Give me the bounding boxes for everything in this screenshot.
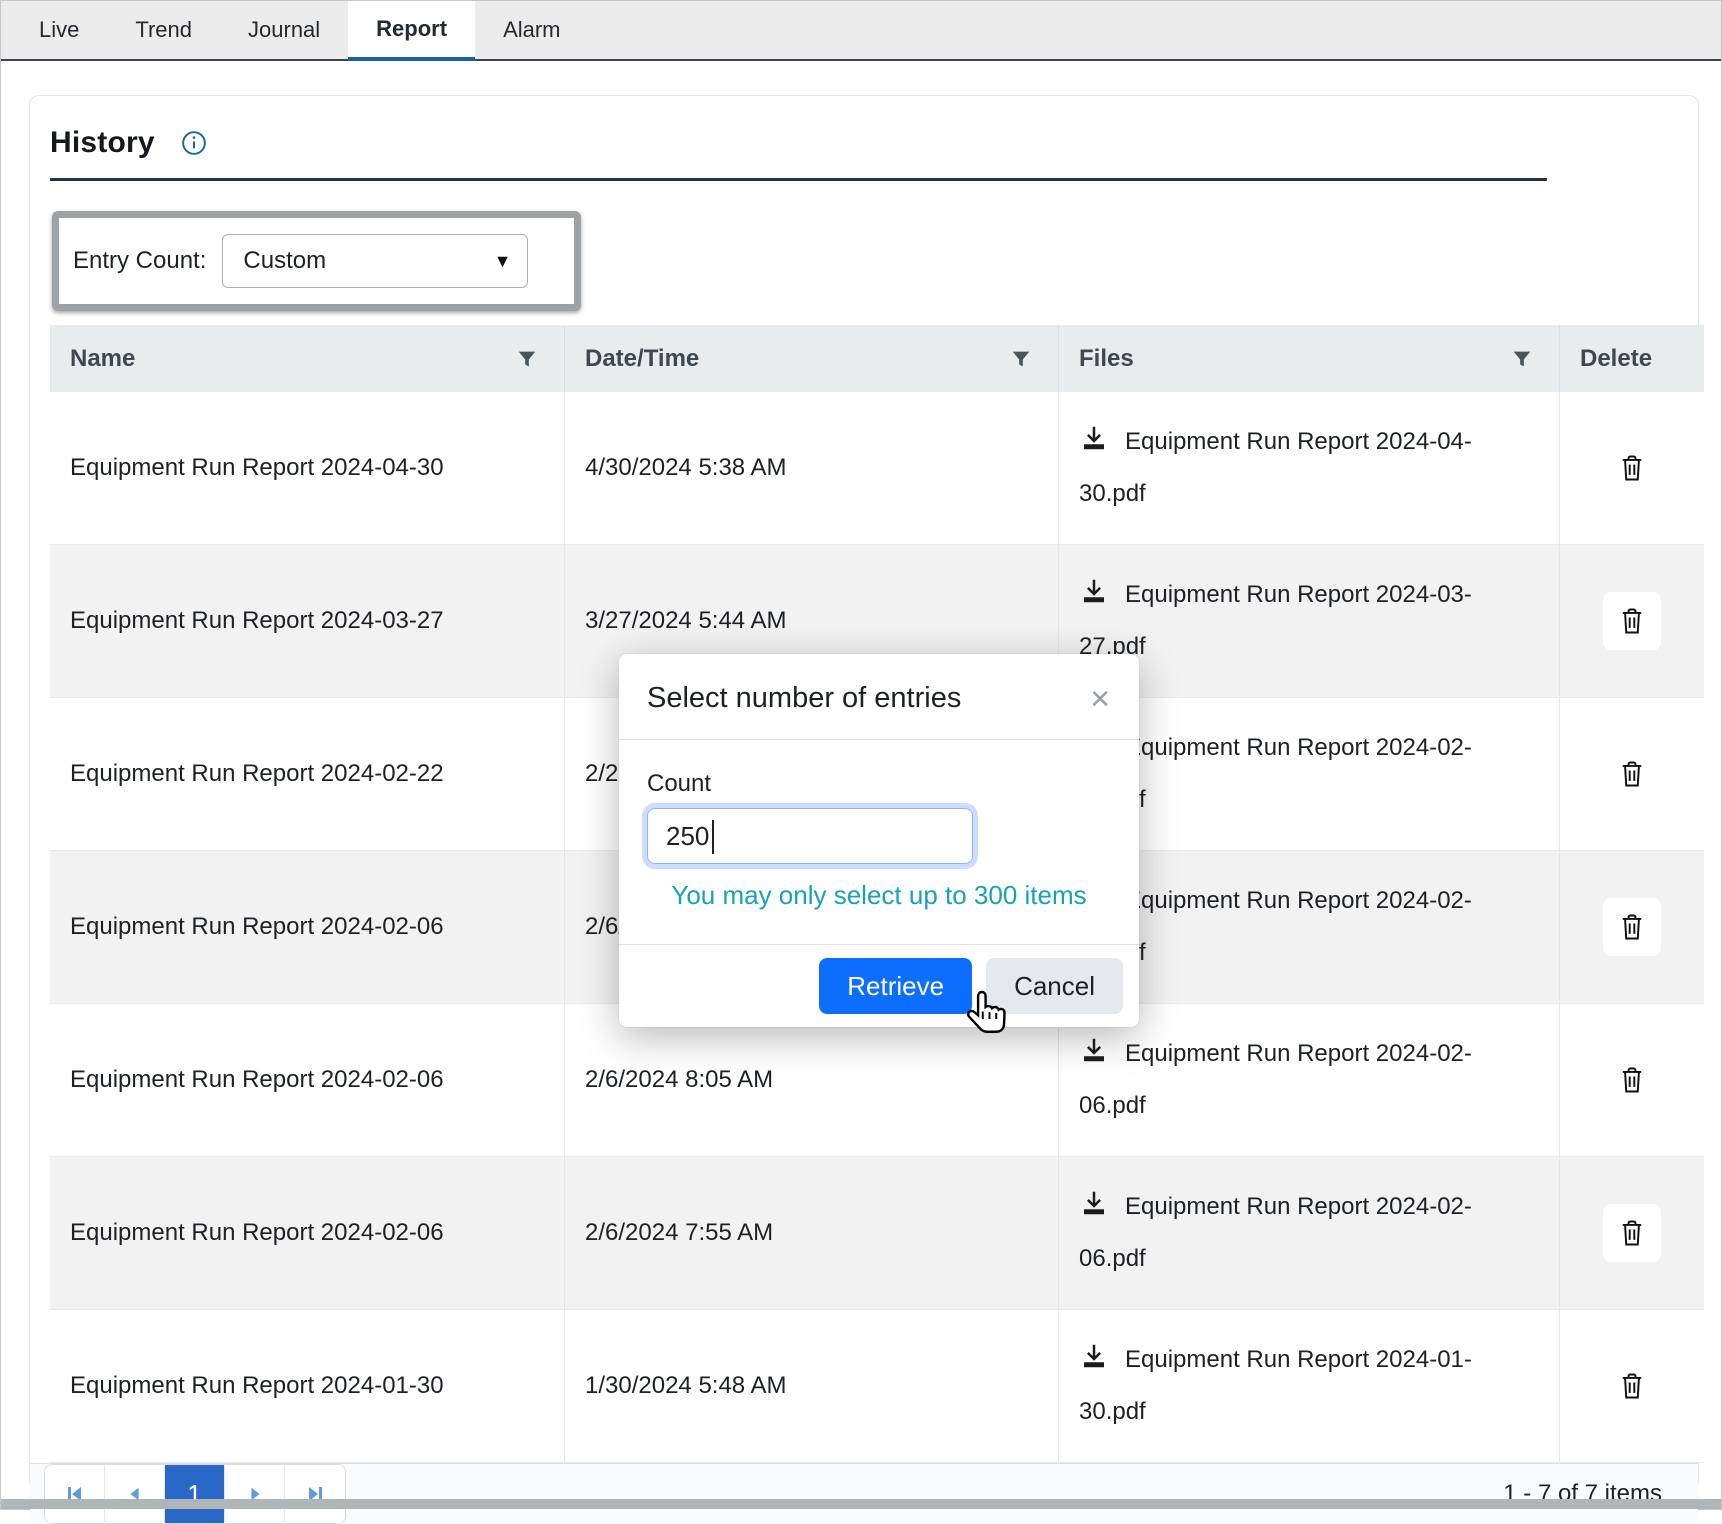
file-link[interactable]: Equipment Run Report 2024-02-06.pdf	[1079, 1040, 1472, 1119]
count-label: Count	[647, 770, 1111, 798]
cell-datetime: 2/6/2024 7:55 AM	[565, 1157, 1059, 1309]
cell-name: Equipment Run Report 2024-03-27	[50, 545, 565, 697]
file-link[interactable]: Equipment Run Report 2024-04-30.pdf	[1079, 428, 1472, 507]
file-link[interactable]: Equipment Run Report 2024-03-27.pdf	[1079, 581, 1472, 660]
tab-journal[interactable]: Journal	[220, 1, 348, 59]
cell-name: Equipment Run Report 2024-02-06	[50, 1157, 565, 1309]
cell-name: Equipment Run Report 2024-04-30	[50, 392, 565, 544]
delete-button[interactable]	[1603, 592, 1661, 650]
delete-button[interactable]	[1603, 745, 1661, 803]
entry-count-label: Entry Count:	[73, 247, 206, 275]
page-title: History	[50, 126, 155, 160]
page-1-button[interactable]: 1	[165, 1465, 225, 1523]
column-header-datetime[interactable]: Date/Time	[565, 325, 1059, 392]
cell-name: Equipment Run Report 2024-02-22	[50, 698, 565, 850]
cell-delete	[1560, 698, 1704, 850]
column-header-files-label: Files	[1079, 345, 1134, 373]
previous-page-button[interactable]	[105, 1465, 165, 1523]
select-entries-dialog: Select number of entries ✕ Count ▲ ▼ You…	[619, 654, 1139, 1027]
next-page-button[interactable]	[225, 1465, 285, 1523]
tab-bar: Live Trend Journal Report Alarm	[1, 1, 1721, 61]
cell-delete	[1560, 392, 1704, 544]
delete-button[interactable]	[1603, 439, 1661, 497]
mouse-cursor-pointer	[963, 986, 1013, 1045]
chevron-down-icon: ▼	[494, 251, 512, 272]
tab-live-label: Live	[39, 17, 79, 43]
cell-name: Equipment Run Report 2024-02-06	[50, 1004, 565, 1156]
download-icon[interactable]	[1079, 420, 1109, 450]
cell-files: Equipment Run Report 2024-04-30.pdf	[1059, 392, 1560, 544]
download-icon[interactable]	[1079, 1032, 1109, 1062]
download-icon[interactable]	[1079, 573, 1109, 603]
close-icon[interactable]: ✕	[1089, 686, 1111, 712]
dialog-header: Select number of entries ✕	[619, 654, 1139, 740]
table-row: Equipment Run Report 2024-01-30 1/30/202…	[50, 1310, 1704, 1463]
tab-alarm[interactable]: Alarm	[475, 1, 588, 59]
column-header-delete-label: Delete	[1580, 345, 1652, 373]
tab-alarm-label: Alarm	[503, 17, 560, 43]
table-row: Equipment Run Report 2024-04-30 4/30/202…	[50, 392, 1704, 545]
table-header-row: Name Date/Time Files	[50, 325, 1704, 392]
delete-button[interactable]	[1603, 1357, 1661, 1415]
filter-funnel-icon[interactable]	[1010, 348, 1032, 370]
pager-controls: 1	[44, 1464, 346, 1524]
filter-funnel-icon[interactable]	[516, 348, 538, 370]
cell-delete	[1560, 1004, 1704, 1156]
entry-count-callout: Entry Count: Custom ▼	[52, 211, 581, 311]
retrieve-button[interactable]: Retrieve	[819, 958, 972, 1014]
entry-count-select[interactable]: Custom ▼	[222, 234, 528, 288]
first-page-button[interactable]	[45, 1465, 105, 1523]
history-header: History	[50, 126, 1698, 160]
tab-journal-label: Journal	[248, 17, 320, 43]
cell-files: Equipment Run Report 2024-02-06.pdf	[1059, 1157, 1560, 1309]
download-icon[interactable]	[1079, 1185, 1109, 1215]
cell-files: Equipment Run Report 2024-01-30.pdf	[1059, 1310, 1560, 1462]
dialog-footer: Retrieve Cancel	[619, 944, 1139, 1027]
text-caret	[712, 820, 714, 854]
file-link[interactable]: Equipment Run Report 2024-02-06.pdf	[1079, 1193, 1472, 1272]
cell-name: Equipment Run Report 2024-02-06	[50, 851, 565, 1003]
dialog-title: Select number of entries	[647, 682, 961, 715]
filter-funnel-icon[interactable]	[1511, 348, 1533, 370]
tab-trend-label: Trend	[135, 17, 192, 43]
delete-button[interactable]	[1603, 1204, 1661, 1262]
cell-delete	[1560, 545, 1704, 697]
column-header-name-label: Name	[70, 345, 135, 373]
last-page-button[interactable]	[285, 1465, 345, 1523]
cell-name: Equipment Run Report 2024-01-30	[50, 1310, 565, 1462]
file-link[interactable]: Equipment Run Report 2024-01-30.pdf	[1079, 1346, 1472, 1425]
cell-delete	[1560, 1310, 1704, 1462]
column-header-datetime-label: Date/Time	[585, 345, 699, 373]
count-input[interactable]	[648, 809, 973, 863]
count-stepper: ▲ ▼	[647, 808, 973, 864]
tab-live[interactable]: Live	[11, 1, 107, 59]
info-icon[interactable]	[181, 130, 207, 156]
history-divider	[50, 178, 1547, 181]
cell-delete	[1560, 1157, 1704, 1309]
tab-report-label: Report	[376, 16, 447, 42]
cell-datetime: 4/30/2024 5:38 AM	[565, 392, 1059, 544]
column-header-files[interactable]: Files	[1059, 325, 1560, 392]
delete-button[interactable]	[1603, 898, 1661, 956]
pagination-bar: 1 1 - 7 of 7 items	[30, 1463, 1698, 1524]
delete-button[interactable]	[1603, 1051, 1661, 1109]
tab-trend[interactable]: Trend	[107, 1, 220, 59]
column-header-name[interactable]: Name	[50, 325, 565, 392]
max-items-hint: You may only select up to 300 items	[647, 880, 1111, 911]
column-header-delete: Delete	[1560, 325, 1704, 392]
cell-datetime: 1/30/2024 5:48 AM	[565, 1310, 1059, 1462]
cell-delete	[1560, 851, 1704, 1003]
download-icon[interactable]	[1079, 1338, 1109, 1368]
tab-report[interactable]: Report	[348, 1, 475, 61]
dialog-body: Count ▲ ▼ You may only select up to 300 …	[619, 740, 1139, 944]
window-bottom-edge	[1, 1499, 1721, 1509]
entry-count-value: Custom	[243, 247, 326, 275]
table-row: Equipment Run Report 2024-02-06 2/6/2024…	[50, 1157, 1704, 1310]
